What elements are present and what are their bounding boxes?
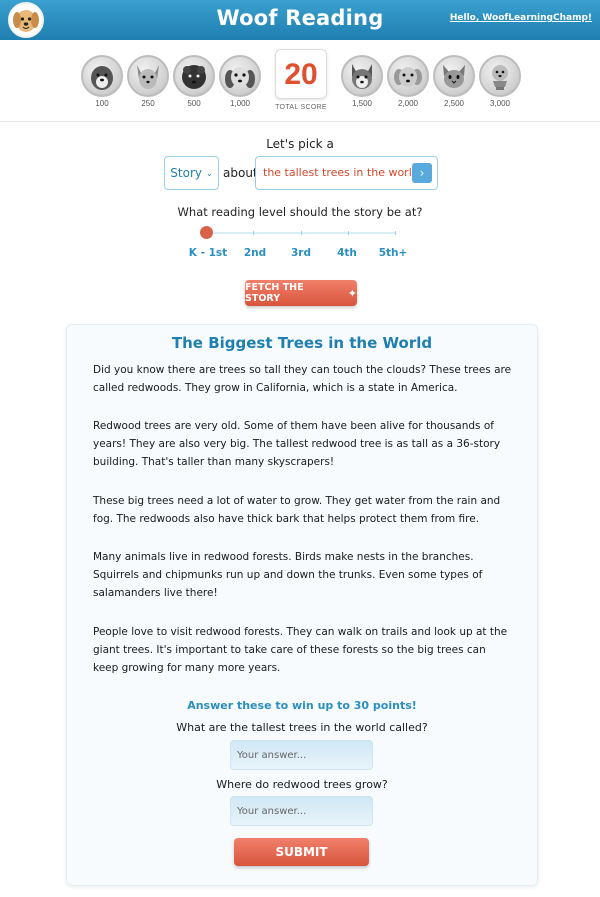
badge-label: 2,000 xyxy=(397,99,419,108)
topic-field[interactable]: the tallest trees in the world › xyxy=(255,156,438,190)
badge-label: 1,500 xyxy=(351,99,373,108)
husky-dog-icon xyxy=(341,55,383,97)
level-option-k1[interactable]: K - 1st xyxy=(189,247,227,259)
slider-thumb[interactable] xyxy=(200,226,213,239)
level-option-4th[interactable]: 4th xyxy=(337,247,357,259)
badge-label: 250 xyxy=(141,99,155,108)
badge-2000: 2,000 xyxy=(386,49,430,108)
story-paragraph: Did you know there are trees so tall the… xyxy=(93,364,512,394)
badge-label: 500 xyxy=(187,99,201,108)
sparkle-icon: ✦ xyxy=(347,286,357,300)
badge-100: 100 xyxy=(80,49,124,108)
slider-tick xyxy=(301,231,302,235)
level-option-2nd[interactable]: 2nd xyxy=(244,247,266,259)
badge-label: 3,000 xyxy=(489,99,511,108)
trophy-dog-icon xyxy=(479,55,521,97)
badge-label: 100 xyxy=(95,99,109,108)
story-paragraph: Redwood trees are very old. Some of them… xyxy=(93,420,501,468)
story-paragraph: These big trees need a lot of water to g… xyxy=(93,495,501,525)
fetch-story-label: FETCH THE STORY xyxy=(245,282,304,304)
total-score-box: 20 xyxy=(275,49,327,99)
badge-1000: 1,000 xyxy=(218,49,262,108)
answer-input-1[interactable] xyxy=(230,740,373,770)
content-type-value: Story xyxy=(170,166,202,180)
story-paragraph: Many animals live in redwood forests. Bi… xyxy=(93,551,483,599)
badge-row: 100 250 500 1,000 20 TOTAL SCORE 1,500 2… xyxy=(0,49,600,121)
total-score-label: TOTAL SCORE xyxy=(275,104,327,111)
story-title: The Biggest Trees in the World xyxy=(171,334,433,352)
story-paragraph: People love to visit redwood forests. Th… xyxy=(93,626,508,674)
user-greeting-link[interactable]: Hello, WoofLearningChamp! xyxy=(450,13,592,23)
badge-500: 500 xyxy=(172,49,216,108)
divider xyxy=(0,121,600,122)
answer-input-2[interactable] xyxy=(230,796,373,826)
topic-value[interactable]: the tallest trees in the world xyxy=(263,166,419,179)
slider-tick xyxy=(253,231,254,235)
pick-prompt: Let's pick a xyxy=(266,137,334,151)
bernese-dog-icon xyxy=(81,55,123,97)
poodle-dog-icon xyxy=(173,55,215,97)
reading-level-slider[interactable] xyxy=(200,226,396,239)
slider-tick xyxy=(348,231,349,235)
quiz-heading: Answer these to win up to 30 points! xyxy=(187,699,417,712)
badge-250: 250 xyxy=(126,49,170,108)
badge-1500: 1,500 xyxy=(340,49,384,108)
submit-button[interactable]: SUBMIT xyxy=(234,838,369,866)
about-label: about xyxy=(223,166,258,180)
golden-dog-icon xyxy=(387,55,429,97)
total-score-value: 20 xyxy=(284,58,318,91)
chevron-right-icon[interactable]: › xyxy=(412,163,432,183)
quiz-question: Where do redwood trees grow? xyxy=(216,778,388,791)
badge-2500: 2,500 xyxy=(432,49,476,108)
quiz-question: What are the tallest trees in the world … xyxy=(176,721,428,734)
app-header: Woof Reading Hello, WoofLearningChamp! xyxy=(0,0,600,40)
chevron-down-icon: ⌄ xyxy=(206,168,213,178)
badge-3000: 3,000 xyxy=(478,49,522,108)
reading-level-prompt: What reading level should the story be a… xyxy=(177,205,423,219)
cavalier-dog-icon xyxy=(219,55,261,97)
slider-tick xyxy=(395,231,396,235)
level-option-5th-plus[interactable]: 5th+ xyxy=(379,247,408,259)
level-option-3rd[interactable]: 3rd xyxy=(291,247,311,259)
badge-label: 2,500 xyxy=(443,99,465,108)
cat-icon xyxy=(433,55,475,97)
badge-label: 1,000 xyxy=(229,99,251,108)
fetch-story-button[interactable]: FETCH THE STORY ✦ xyxy=(245,280,357,306)
content-type-select[interactable]: Story ⌄ xyxy=(164,156,219,190)
chihuahua-dog-icon xyxy=(127,55,169,97)
